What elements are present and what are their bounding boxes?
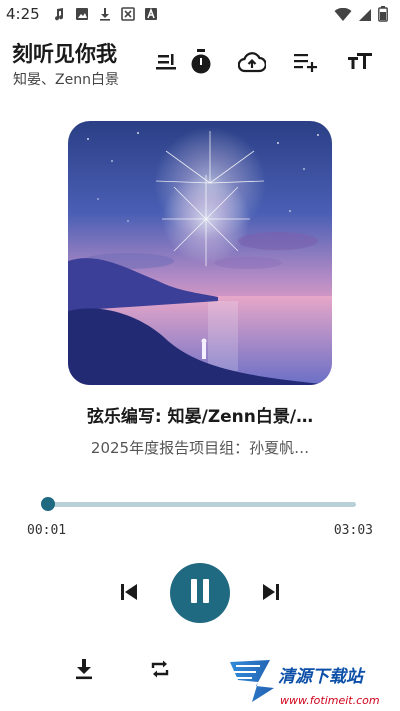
previous-icon — [118, 581, 140, 607]
song-artist: 知晏、Zenn白景 — [13, 72, 119, 88]
text-size-icon[interactable] — [346, 48, 374, 76]
total-time: 03:03 — [333, 523, 373, 538]
album-artwork — [68, 121, 332, 385]
watermark-url: www.fotimeit.com — [280, 694, 380, 707]
lyrics-icon[interactable] — [152, 48, 180, 76]
status-time: 4:25 — [6, 5, 40, 23]
download-icon — [74, 658, 94, 684]
a-box-icon — [144, 6, 158, 20]
repeat-icon — [149, 658, 171, 684]
wifi-icon — [334, 7, 352, 26]
progress-thumb[interactable] — [40, 497, 55, 511]
repeat-button[interactable] — [146, 657, 174, 685]
progress-bar[interactable] — [40, 497, 356, 511]
download-icon — [98, 6, 112, 21]
music-note-icon — [52, 6, 66, 21]
notification-icons — [52, 6, 158, 21]
current-time: 00:01 — [27, 523, 67, 538]
next-button[interactable] — [256, 580, 286, 608]
signal-icon — [358, 7, 372, 26]
previous-button[interactable] — [114, 580, 144, 608]
player-header: 刻听见你我 知晏、Zenn白景 — [0, 36, 400, 96]
status-bar: 4:25 — [0, 0, 400, 28]
download-button[interactable] — [70, 657, 98, 685]
pause-button[interactable] — [170, 563, 230, 623]
track-credits-line2: 2025年度报告项目组：孙夏帆… — [90, 439, 310, 457]
image-icon — [75, 6, 89, 20]
next-icon — [260, 581, 282, 607]
watermark-text: 清源下载站 — [278, 667, 366, 687]
watermark-logo: 清源下载站 www.fotimeit.com — [226, 652, 396, 708]
track-credits-line1: 弦乐编写: 知晏/Zenn白景/… — [86, 407, 314, 427]
timer-icon[interactable] — [187, 48, 215, 76]
battery-icon — [378, 6, 388, 26]
add-to-playlist-icon[interactable] — [292, 48, 320, 76]
status-right — [334, 6, 388, 26]
pause-icon — [189, 578, 211, 608]
song-title: 刻听见你我 — [12, 42, 117, 66]
cloud-upload-icon[interactable] — [238, 48, 266, 76]
no-sim-icon — [121, 6, 135, 21]
